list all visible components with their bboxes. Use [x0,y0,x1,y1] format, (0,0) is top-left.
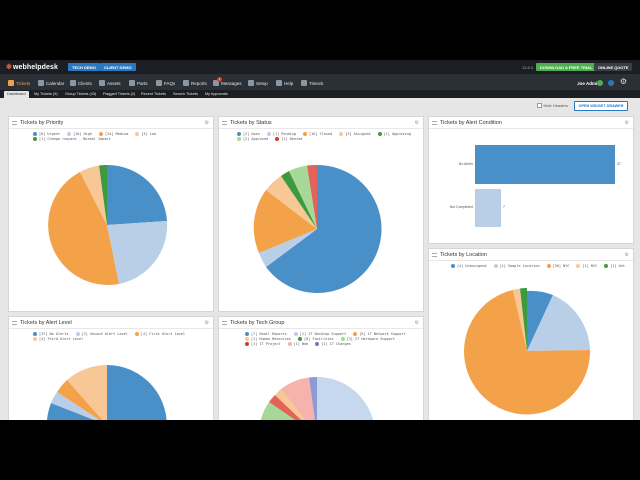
app-screen: ✱webhelpdesk TECH DEMO CLIENT DEMO 12.6.… [0,60,640,420]
tab-group-tickets[interactable]: Group Tickets (43) [62,91,99,98]
clock-icon [301,80,307,86]
menu-label: Help [284,80,294,86]
gear-icon[interactable]: ⚙ [620,77,627,86]
pie-slice-email-reports[interactable] [317,377,375,420]
pie-slice-urgent[interactable] [107,164,167,225]
bar-no-alerts[interactable] [475,145,615,184]
top-bar: ✱webhelpdesk TECH DEMO CLIENT DEMO 12.6.… [0,60,640,74]
menu-reports[interactable]: Reports [183,78,207,88]
widget-title: Tickets by Alert Condition [440,120,502,126]
menu-calendar[interactable]: Calendar [38,78,64,88]
tab-search-tickets[interactable]: Search Tickets [170,91,201,98]
widget-status: Tickets by Status ⚙ [2] Open [1] Pending… [218,116,424,312]
tab-my-approvals[interactable]: My Approvals [202,91,231,98]
logo-text: webhelpdesk [12,64,59,71]
bar-label-no-alerts: No Alerts [458,162,473,166]
messages-badge: 1 [217,77,222,82]
status-icon[interactable] [597,80,603,86]
menu-label: Tickets [16,80,31,86]
main-menu: Tickets Calendar Clients Assets Parts FA… [0,74,640,90]
menu-tickets[interactable]: Tickets [8,78,30,88]
menu-messages[interactable]: 1 Messages [213,77,242,88]
widget-location: Tickets by Location ⚙ [4] Unassigned [1]… [428,248,634,420]
tab-flagged-tickets[interactable]: Flagged Tickets (2) [100,91,138,98]
menu-faqs[interactable]: FAQs [156,78,175,88]
menu-label: Timeck [309,80,324,86]
tech-group-pie-chart [260,376,375,420]
faqs-icon [156,80,162,86]
hide-headers-checkbox[interactable] [536,103,542,108]
drag-handle-icon[interactable] [432,121,437,125]
tab-dashboard[interactable]: Dashboard [4,91,29,98]
menu-clients[interactable]: Clients [70,78,92,88]
tickets-icon [8,80,14,86]
alert-level-pie-chart [47,364,167,420]
tab-recent-tickets[interactable]: Recent Tickets [138,91,169,98]
app-logo[interactable]: ✱webhelpdesk [6,63,58,71]
widget-tech-group: Tickets by Tech Group ⚙ [7] Email Report… [218,316,424,420]
menu-label: Clients [78,80,92,86]
widget-header[interactable]: Tickets by Alert Condition ⚙ [429,117,633,129]
bar-value-no-alerts: 37 [617,162,621,166]
parts-icon [129,80,135,86]
setup-icon [248,80,254,86]
location-pie-chart [464,288,591,415]
menu-help[interactable]: Help [276,78,293,88]
menu-label: Calendar [46,80,65,86]
menu-setup[interactable]: Setup [248,78,268,88]
priority-pie-chart [48,164,168,285]
open-widget-drawer-button[interactable]: OPEN WIDGET DRAWER [574,101,628,111]
reports-icon [183,80,189,86]
free-trial-button[interactable]: DOWNLOAD A FREE TRIAL [536,63,597,71]
dashboard-toolbar: Hide Headers OPEN WIDGET DRAWER [0,98,640,114]
help-icon [276,80,282,86]
menu-label: Setup [256,80,268,86]
menu-parts[interactable]: Parts [129,78,148,88]
menu-assets[interactable]: Assets [99,78,121,88]
hide-headers-toggle[interactable]: Hide Headers [536,103,568,108]
menu-label: Messages [221,80,242,86]
widget-priority: Tickets by Priority ⚙ [6] Urgent [10] Hi… [8,116,214,312]
menu-timeck[interactable]: Timeck [301,78,323,88]
bar-label-not-completed: Not Completed [449,205,473,209]
menu-label: Reports [191,80,207,86]
tech-demo-button[interactable]: TECH DEMO [68,63,100,71]
messages-icon: 1 [213,77,222,86]
widget-alert-level: Tickets by Alert Level ⚙ [37] No Alerts … [8,316,214,420]
menu-label: Parts [137,80,148,86]
online-quote-button[interactable]: ONLINE QUOTE [594,63,633,71]
clients-icon [70,80,76,86]
client-demo-button[interactable]: CLIENT DEMO [100,63,136,71]
bar-value-not-completed: 7 [503,205,505,209]
tab-my-tickets[interactable]: My Tickets (9) [31,91,61,98]
version-label: 12.6.3 [522,65,534,70]
widget-settings-icon[interactable]: ⚙ [625,120,629,126]
menu-label: FAQs [164,80,176,86]
assets-icon [99,80,105,86]
menu-label: Assets [107,80,121,86]
bar-not-completed[interactable] [475,189,501,227]
profile-icon[interactable] [608,80,614,86]
widget-alert-condition: Tickets by Alert Condition ⚙ No Alerts 3… [428,116,634,244]
calendar-icon [38,80,44,86]
hide-headers-label: Hide Headers [543,103,568,108]
status-pie-chart [253,164,382,293]
ticket-tabs: Dashboard My Tickets (9) Group Tickets (… [0,90,640,98]
